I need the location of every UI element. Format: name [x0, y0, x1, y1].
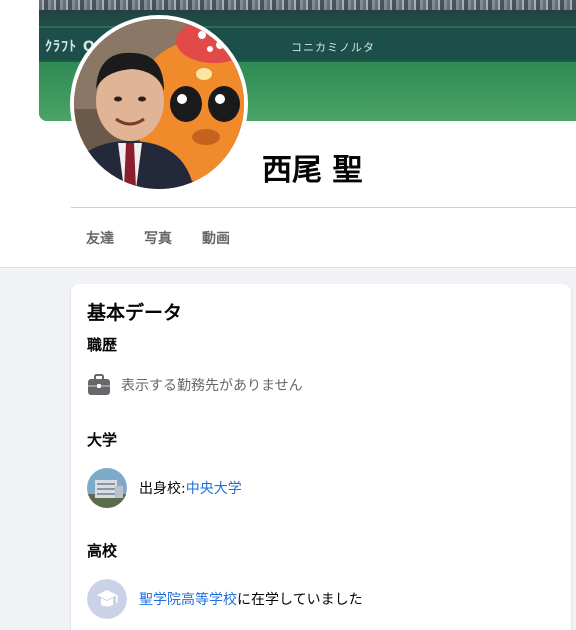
about-card: 基本データ 職歴 表示する勤務先がありません 大学 出身校: 中央大学 高校 聖…: [71, 284, 571, 630]
profile-name: 西尾 聖: [262, 153, 363, 188]
university-row: 出身校: 中央大学: [87, 468, 242, 508]
cover-crowd: [39, 0, 576, 10]
work-row: 表示する勤務先がありません: [87, 372, 303, 398]
university-link[interactable]: 中央大学: [186, 478, 242, 498]
profile-header: ｸﾗﾌﾄ OIT コニカミノルタ 西尾 聖 友達 写真 動画: [0, 0, 576, 268]
avatar[interactable]: [74, 19, 244, 189]
university-thumbnail[interactable]: [87, 468, 127, 508]
high-school-link[interactable]: 聖学院高等学校: [139, 589, 237, 609]
briefcase-icon: [87, 374, 111, 396]
university-prefix: 出身校:: [139, 481, 186, 497]
profile-tabs: 友達 写真 動画: [71, 208, 245, 268]
tab-photos[interactable]: 写真: [129, 208, 187, 268]
university-heading: 大学: [87, 431, 118, 449]
tab-videos[interactable]: 動画: [187, 208, 245, 268]
high-school-heading: 高校: [87, 542, 118, 560]
work-empty-text: 表示する勤務先がありません: [121, 378, 303, 394]
work-heading: 職歴: [87, 336, 118, 354]
about-title: 基本データ: [87, 302, 183, 324]
avatar-photo-icon: [74, 19, 244, 189]
tab-friends[interactable]: 友達: [71, 208, 129, 268]
school-placeholder-icon[interactable]: [87, 579, 127, 619]
high-school-suffix: に在学していました: [237, 592, 363, 608]
cover-ad-text: コニカミノルタ: [291, 41, 375, 54]
high-school-row: 聖学院高等学校 に在学していました: [87, 579, 363, 619]
